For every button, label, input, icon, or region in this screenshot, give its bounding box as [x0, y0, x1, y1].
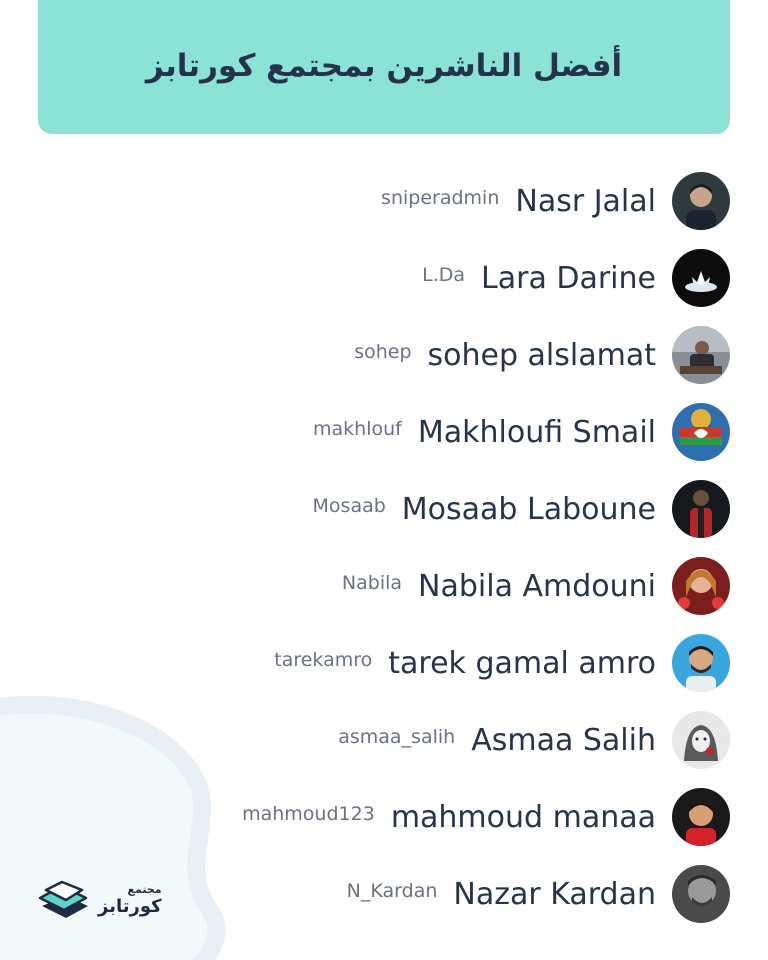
- avatar[interactable]: [672, 557, 730, 615]
- avatar[interactable]: [672, 480, 730, 538]
- user-name: Asmaa Salih: [471, 722, 656, 758]
- logo-top-text: مجتمع: [127, 883, 162, 896]
- list-item[interactable]: sohep sohep alslamat: [354, 325, 730, 385]
- user-name: tarek gamal amro: [388, 645, 656, 681]
- user-name: sohep alslamat: [427, 337, 656, 373]
- user-handle: makhlouf: [313, 418, 402, 440]
- avatar[interactable]: [672, 634, 730, 692]
- user-handle: N_Kardan: [346, 880, 438, 902]
- top-publishers-list: sniperadmin Nasr Jalal L.Da Lara Darine …: [0, 0, 768, 960]
- user-name: Mosaab Laboune: [401, 491, 656, 527]
- list-item[interactable]: Nabila Nabila Amdouni: [342, 556, 730, 616]
- avatar[interactable]: [672, 249, 730, 307]
- list-item[interactable]: N_Kardan Nazar Kardan: [347, 864, 730, 924]
- list-item[interactable]: sniperadmin Nasr Jalal: [381, 171, 730, 231]
- user-handle: mahmoud123: [242, 803, 375, 825]
- user-name: mahmoud manaa: [390, 799, 656, 835]
- user-handle: sniperadmin: [381, 187, 500, 209]
- list-item[interactable]: tarekamro tarek gamal amro: [274, 633, 730, 693]
- avatar[interactable]: [672, 711, 730, 769]
- user-handle: Nabila: [341, 572, 403, 594]
- user-handle: Mosaab: [312, 495, 386, 517]
- avatar[interactable]: [672, 865, 730, 923]
- list-item[interactable]: mahmoud123 mahmoud manaa: [242, 787, 730, 847]
- list-item[interactable]: Mosaab Mosaab Laboune: [313, 479, 730, 539]
- list-item[interactable]: asmaa_salih Asmaa Salih: [338, 710, 730, 770]
- user-handle: asmaa_salih: [338, 726, 456, 748]
- user-name: Makhloufi Smail: [417, 414, 656, 450]
- list-item[interactable]: L.Da Lara Darine: [422, 248, 730, 308]
- user-handle: tarekamro: [274, 649, 373, 671]
- user-name: Nasr Jalal: [515, 183, 656, 219]
- user-name: Nabila Amdouni: [418, 568, 656, 604]
- logo-bottom-text: كورتابز: [98, 896, 162, 917]
- user-handle: sohep: [354, 341, 412, 363]
- brand-logo: مجتمع كورتابز: [36, 878, 162, 922]
- avatar[interactable]: [672, 788, 730, 846]
- avatar[interactable]: [672, 326, 730, 384]
- stacked-layers-logo-icon: [38, 880, 88, 918]
- list-item[interactable]: makhlouf Makhloufi Smail: [313, 402, 730, 462]
- user-name: Nazar Kardan: [453, 876, 656, 912]
- logo-text: مجتمع كورتابز: [98, 884, 162, 916]
- avatar[interactable]: [672, 172, 730, 230]
- user-handle: L.Da: [422, 264, 466, 286]
- user-name: Lara Darine: [481, 260, 656, 296]
- avatar[interactable]: [672, 403, 730, 461]
